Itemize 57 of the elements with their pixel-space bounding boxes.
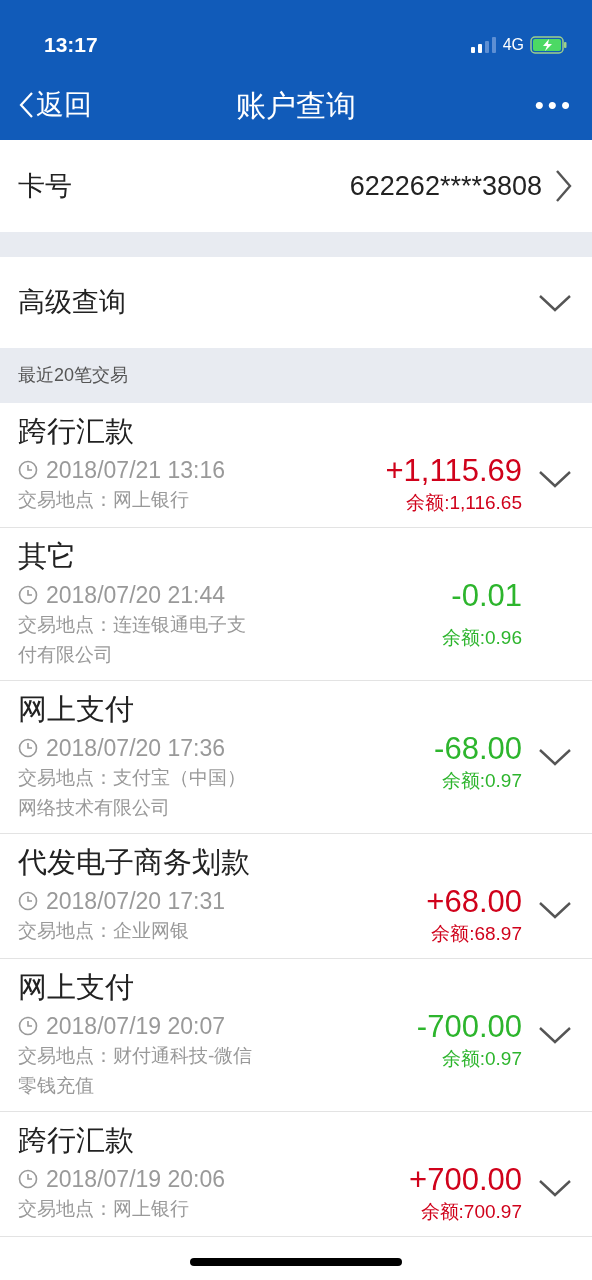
card-number-row[interactable]: 卡号 622262****3808 (0, 140, 592, 232)
chevron-right-icon[interactable] (554, 169, 572, 203)
clock-icon (18, 460, 38, 480)
expand-chevron-icon[interactable] (538, 469, 572, 489)
clock-icon (18, 1016, 38, 1036)
transaction-amount: +700.00 (409, 1162, 522, 1198)
transaction-location: 交易地点：连连银通电子支付有限公司 (18, 613, 247, 667)
transaction-type: 网上支付 (18, 970, 135, 1005)
section-title: 最近20笔交易 (18, 364, 129, 387)
balance-text: 余额:0.97 (441, 769, 522, 793)
transaction-time: 2018/07/19 20:06 (46, 1165, 226, 1194)
battery-charging-icon (530, 36, 568, 54)
balance-text: 余额:1,116.65 (406, 491, 522, 515)
transaction-type: 跨行汇款 (18, 1123, 135, 1158)
clock-icon (18, 891, 38, 911)
transaction-time: 2018/07/20 17:36 (46, 734, 226, 763)
transaction-location: 交易地点：网上银行 (18, 488, 190, 512)
back-chevron-icon (18, 91, 34, 119)
transaction-amount: -0.01 (451, 578, 522, 614)
card-number: 622262****3808 (349, 169, 542, 203)
transaction-type: 网上支付 (18, 692, 135, 727)
expand-chevron-icon[interactable] (538, 747, 572, 767)
transaction-amount: -68.00 (434, 731, 522, 767)
transaction-amount: -700.00 (416, 1009, 522, 1045)
transaction-type: 代发电子商务划款 (18, 845, 251, 880)
expand-chevron-icon[interactable] (538, 900, 572, 920)
card-label: 卡号 (18, 169, 73, 203)
balance-text: 余额:0.97 (441, 1047, 522, 1071)
transaction-type: 跨行汇款 (18, 414, 135, 449)
balance-text: 余额:68.97 (431, 922, 522, 946)
signal-icon (470, 37, 497, 53)
more-button[interactable]: ••• (464, 85, 574, 125)
transaction-location: 交易地点：财付通科技-微信零钱充值 (18, 1044, 253, 1098)
clock-icon (18, 738, 38, 758)
expand-chevron-icon[interactable] (538, 1025, 572, 1045)
chevron-down-icon[interactable] (538, 292, 572, 313)
transaction-time: 2018/07/21 13:16 (46, 456, 226, 485)
network-label: 4G (502, 35, 524, 55)
status-time: 13:17 (44, 32, 98, 59)
advanced-search-row[interactable]: 高级查询 (0, 257, 592, 348)
transaction-location: 交易地点：企业网银 (18, 919, 190, 943)
transaction-location: 交易地点：网上银行 (18, 1197, 190, 1221)
transaction-amount: +1,115.69 (385, 453, 522, 489)
advanced-search-label: 高级查询 (18, 286, 127, 320)
transaction-amount: +68.00 (426, 884, 522, 920)
clock-icon (18, 585, 38, 605)
back-button[interactable]: 返回 (18, 84, 128, 126)
transaction-location: 交易地点：支付宝（中国）网络技术有限公司 (18, 766, 247, 820)
balance-text: 余额:700.97 (420, 1200, 522, 1224)
balance-text: 余额:0.96 (441, 626, 522, 650)
transaction-time: 2018/07/20 17:31 (46, 887, 226, 916)
transaction-time: 2018/07/19 20:07 (46, 1012, 226, 1041)
transaction-type: 其它 (18, 539, 77, 574)
clock-icon (18, 1169, 38, 1189)
expand-chevron-icon[interactable] (538, 1178, 572, 1198)
page-title: 账户查询 (236, 87, 356, 124)
transaction-time: 2018/07/20 21:44 (46, 581, 226, 610)
